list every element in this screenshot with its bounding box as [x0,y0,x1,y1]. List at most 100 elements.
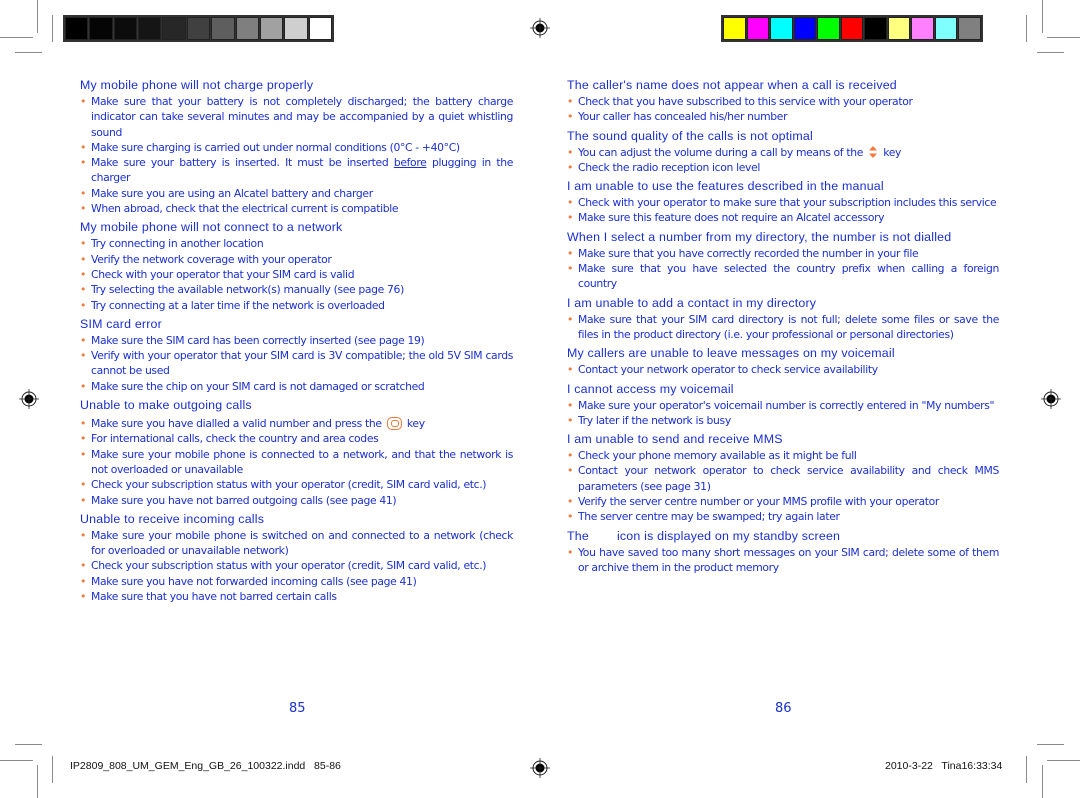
crop-mark [37,0,38,33]
section-heading: I am unable to send and receive MMS [567,432,783,447]
list-item: • Try selecting the available network(s) … [80,283,404,297]
gray-swatch [113,17,138,40]
bullet-icon: • [567,211,574,225]
section-heading: My mobile phone will not charge properly [80,78,314,92]
gray-swatch [235,17,259,40]
list-item: • Make sure you have not barred outgoing … [80,493,397,507]
gray-swatch [89,17,113,40]
bullet-icon: • [80,333,87,347]
bullet-icon: • [80,140,87,154]
list-item: • Make sure that your SIM card directory … [567,312,999,341]
list-item: • Verify the network coverage with your o… [80,252,332,266]
bullet-icon: • [567,464,574,478]
list-item: • Check with your operator to make sure t… [567,196,997,210]
crop-mark [37,765,38,798]
crop-mark [1042,0,1043,33]
color-swatch [864,17,887,40]
list-item: • Your caller has concealed his/her numbe… [567,110,788,124]
section-mms: I am unable to send and receive MMS • Che… [567,432,999,524]
list-item: • Make sure that you have selected the co… [567,262,999,291]
registration-target-icon [530,758,550,778]
section-heading: I cannot access my voicemail [567,381,734,396]
crop-mark [1047,760,1080,761]
bullet-icon: • [80,186,87,200]
list-item: • Check your subscription status with you… [80,559,487,573]
gray-swatch [259,17,284,40]
gray-swatch [65,17,89,40]
bullet-icon: • [567,398,574,412]
section-heading: The caller's name does not appear when a… [567,78,897,92]
gray-swatch [284,17,308,40]
section-incoming-calls: Unable to receive incoming calls • Make s… [80,512,513,604]
list-item: • You can adjust the volume during a call… [567,145,902,159]
color-swatch [887,17,911,40]
bullet-icon: • [80,417,87,431]
section-no-network: My mobile phone will not connect to a ne… [80,220,513,312]
bullet-icon: • [567,95,574,108]
bullet-icon: • [80,432,87,446]
bullet-icon: • [80,237,87,251]
list-item: • Check your subscription status with you… [80,478,487,492]
list-item: • Make sure you are using an Alcatel batt… [80,186,373,200]
section-standby-icon: The icon is displayed on my standby scree… [567,529,999,576]
color-swatch [934,17,958,40]
section-sound-quality: The sound quality of the calls is not op… [567,129,999,176]
section-heading: Unable to receive incoming calls [80,511,265,526]
list-item: • Make sure that you have correctly recor… [567,246,919,260]
crop-mark [52,15,53,42]
bullet-icon: • [80,202,87,216]
section-heading: When I select a number from my directory… [567,229,952,244]
list-item: • Check with your operator that your SIM … [80,267,355,281]
page-number-left: 85 [289,701,306,716]
bullet-icon: • [567,449,574,463]
section-caller-name: The caller's name does not appear when a… [567,78,999,125]
bullet-icon: • [567,145,574,159]
bullet-icon: • [80,379,87,393]
crop-mark [1047,37,1080,38]
color-calibration-bar [721,15,983,42]
bullet-icon: • [80,478,87,492]
bullet-icon: • [80,528,87,542]
section-outgoing-calls: Unable to make outgoing calls • Make sure… [80,398,513,508]
section-sim-error: SIM card error • Make sure the SIM card h… [80,317,513,394]
color-swatch [793,17,817,40]
section-heading: My callers are unable to leave messages … [567,346,895,361]
bullet-icon: • [80,349,87,363]
slug-timestamp: 2010-3-22 Tina16:33:34 [885,760,1003,772]
bullet-icon: • [80,252,87,266]
color-swatch [723,17,746,40]
bullet-icon: • [567,246,574,260]
registration-target-icon [19,389,39,409]
crop-mark [1042,765,1043,798]
bullet-icon: • [80,447,87,461]
list-item: • Verify the server centre number or your… [567,495,939,509]
crop-mark [52,756,53,783]
bullet-icon: • [567,312,574,326]
list-item: • Make sure the SIM card has been correct… [80,333,425,347]
bullet-icon: • [80,590,87,604]
list-item: • Try later if the network is busy [567,413,731,427]
gray-swatch [138,17,162,40]
section-voicemail-messages: My callers are unable to leave messages … [567,346,999,377]
left-page-content: My mobile phone will not charge properly… [80,78,513,608]
section-heading: The sound quality of the calls is not op… [567,128,813,143]
bullet-icon: • [567,413,574,427]
gray-swatch [162,17,186,40]
list-item: • You have saved too many short messages … [567,545,999,574]
section-heading: I am unable to use the features describe… [567,179,884,194]
registration-target-icon [1041,389,1061,409]
bullet-icon: • [80,298,87,312]
list-item: • Check your phone memory available as it… [567,449,857,463]
list-item: • Make sure your mobile phone is connecte… [80,447,513,476]
bullet-icon: • [80,559,87,573]
list-item: • Make sure your operator's voicemail num… [567,398,995,412]
bullet-icon: • [567,363,574,377]
bullet-icon: • [567,110,574,124]
list-item: • Check that you have subscribed to this … [567,95,913,108]
section-not-charging: My mobile phone will not charge properly… [80,78,513,216]
right-page-content: The caller's name does not appear when a… [567,78,999,579]
registration-target-icon [530,18,550,38]
section-heading: My mobile phone will not connect to a ne… [80,220,343,235]
crop-mark [15,52,42,53]
list-item: • Make sure that your battery is not comp… [80,95,513,139]
